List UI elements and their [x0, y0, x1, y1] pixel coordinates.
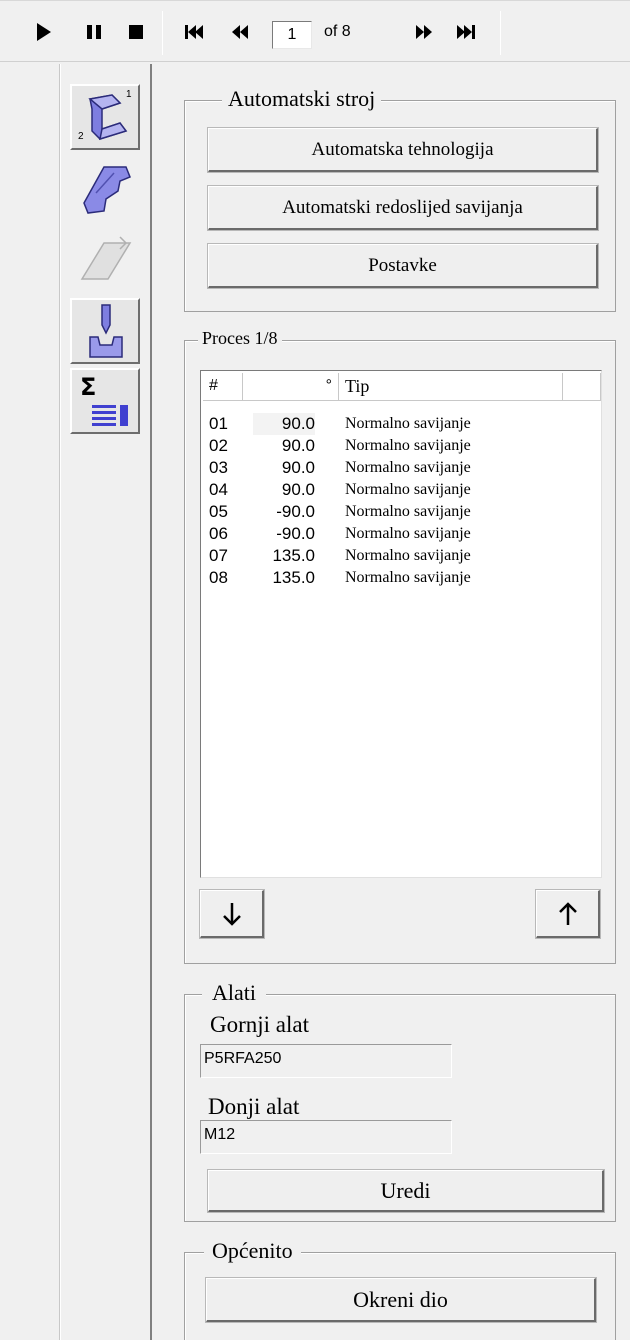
- flat-part-button[interactable]: [70, 156, 140, 222]
- punch-die-icon: [89, 304, 123, 358]
- table-row[interactable]: 05 -90.0 Normalno savijanje: [201, 501, 601, 524]
- lower-tool-label: Donji alat: [208, 1094, 300, 1119]
- toolbar-separator: [500, 11, 501, 55]
- automatic-technology-button[interactable]: Automatska tehnologija: [207, 127, 599, 173]
- table-row[interactable]: 04 90.0 Normalno savijanje: [201, 479, 601, 502]
- sum-list-icon: Σ: [80, 373, 128, 426]
- stop-icon[interactable]: [122, 17, 150, 47]
- upper-tool-field[interactable]: P5RFA250: [200, 1044, 452, 1078]
- sigma-glyph: Σ: [80, 373, 96, 401]
- automatic-machine-title: Automatski stroj: [222, 86, 382, 112]
- process-list-header: # ° Tip: [201, 371, 601, 403]
- pause-icon[interactable]: [80, 17, 108, 47]
- punch-die-button[interactable]: [70, 298, 140, 364]
- row-number: 02: [209, 436, 228, 455]
- table-row[interactable]: 03 90.0 Normalno savijanje: [201, 457, 601, 480]
- bend-profile-icon: 1 2: [78, 89, 132, 142]
- fast-forward-icon[interactable]: [410, 17, 438, 47]
- process-title-text: Proces 1/8: [202, 328, 278, 348]
- row-angle: 90.0: [281, 458, 315, 477]
- tools-title: Alati: [202, 980, 266, 1006]
- bend-profile-button[interactable]: 1 2: [70, 84, 140, 150]
- flip-part-button[interactable]: Okreni dio: [205, 1277, 597, 1323]
- skip-to-first-icon[interactable]: [180, 17, 208, 47]
- row-type: Normalno savijanje: [345, 437, 471, 454]
- move-up-button[interactable]: [535, 889, 601, 939]
- page-count-label: of 8: [324, 23, 351, 40]
- row-angle: 135.0: [272, 568, 315, 587]
- row-type: Normalno savijanje: [345, 547, 471, 564]
- bend-label-1: 1: [126, 89, 132, 100]
- settings-button[interactable]: Postavke: [207, 243, 599, 289]
- general-title: Općenito: [204, 1238, 301, 1264]
- row-angle: 90.0: [281, 436, 315, 455]
- toolbar-separator: [162, 11, 163, 55]
- table-row[interactable]: 06 -90.0 Normalno savijanje: [201, 523, 601, 546]
- row-number: 06: [209, 524, 228, 543]
- process-title: Proces 1/8: [198, 328, 282, 349]
- sheet-outline-icon: [80, 236, 132, 280]
- table-row[interactable]: 07 135.0 Normalno savijanje: [201, 545, 601, 568]
- row-number: 05: [209, 502, 228, 521]
- row-number: 08: [209, 568, 228, 587]
- process-list[interactable]: # ° Tip 01 90.0 Normalno savijanje 02 90…: [200, 370, 602, 878]
- page-number-input[interactable]: 1: [272, 21, 312, 49]
- row-type: Normalno savijanje: [345, 415, 471, 432]
- row-type: Normalno savijanje: [345, 569, 471, 586]
- arrow-up-icon: [558, 901, 577, 925]
- row-angle: 90.0: [253, 413, 315, 435]
- edit-tools-button[interactable]: Uredi: [207, 1169, 605, 1213]
- left-panel: [0, 64, 60, 1340]
- move-down-button[interactable]: [199, 889, 265, 939]
- row-angle: 90.0: [281, 480, 315, 499]
- row-type: Normalno savijanje: [345, 503, 471, 520]
- row-number: 07: [209, 546, 228, 565]
- summary-button[interactable]: Σ: [70, 368, 140, 434]
- column-header-filler: [563, 373, 601, 401]
- bend-label-2: 2: [78, 131, 84, 142]
- lower-tool-field[interactable]: M12: [200, 1120, 452, 1154]
- flat-part-icon: [83, 166, 131, 214]
- sheet-outline-button[interactable]: [70, 226, 140, 292]
- table-row[interactable]: 01 90.0 Normalno savijanje: [201, 413, 601, 436]
- column-header-number[interactable]: #: [203, 373, 243, 401]
- row-angle: -90.0: [276, 524, 315, 543]
- row-number: 03: [209, 458, 228, 477]
- row-type: Normalno savijanje: [345, 481, 471, 498]
- row-type: Normalno savijanje: [345, 459, 471, 476]
- playback-toolbar: 1 of 8: [0, 0, 630, 62]
- fast-rewind-icon[interactable]: [226, 17, 254, 47]
- row-type: Normalno savijanje: [345, 525, 471, 542]
- row-angle: 135.0: [272, 546, 315, 565]
- row-number: 04: [209, 480, 228, 499]
- column-header-angle[interactable]: °: [243, 373, 339, 401]
- column-header-type[interactable]: Tip: [339, 373, 563, 401]
- arrow-down-icon: [222, 902, 241, 926]
- table-row[interactable]: 08 135.0 Normalno savijanje: [201, 567, 601, 590]
- automatic-bend-order-button[interactable]: Automatski redoslijed savijanja: [207, 185, 599, 231]
- row-angle: -90.0: [276, 502, 315, 521]
- skip-to-last-icon[interactable]: [452, 17, 480, 47]
- upper-tool-label: Gornji alat: [210, 1012, 309, 1037]
- table-row[interactable]: 02 90.0 Normalno savijanje: [201, 435, 601, 458]
- play-icon[interactable]: [30, 17, 58, 47]
- row-number: 01: [209, 414, 228, 433]
